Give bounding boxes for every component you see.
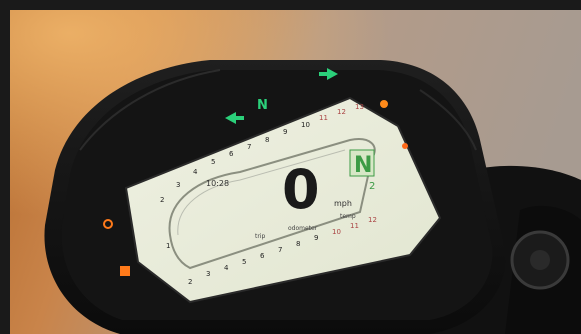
top-scale-number: 10 (301, 121, 310, 129)
fuel-warning-icon (120, 266, 130, 276)
top-scale-number: 2 (160, 196, 164, 204)
bottom-scale-number: 4 (224, 264, 229, 272)
top-scale-number: 8 (265, 136, 269, 144)
time-readout: 10:28 (206, 179, 229, 188)
bottom-scale-number: 11 (350, 222, 359, 230)
bottom-scale-number: 1 (166, 242, 170, 250)
warning-orange-icon (402, 143, 408, 149)
temp-label: temp (340, 213, 356, 220)
bottom-scale-number: 7 (278, 246, 282, 254)
top-scale-number: 11 (319, 114, 328, 122)
gear-indicator-small: 2 (369, 181, 375, 192)
gear-indicator: N (354, 153, 372, 178)
dashboard-photo: 0 mph 10:28 N 2 2 3 4 5 6 7 8 9 10 11 12… (0, 0, 581, 334)
odometer-label: odometer (288, 225, 318, 232)
neutral-icon: N (257, 98, 268, 113)
top-scale-number: 7 (247, 143, 251, 151)
top-scale-number: 3 (176, 181, 180, 189)
top-scale-number: 5 (211, 158, 215, 166)
trip-label: trip (255, 233, 265, 240)
bottom-scale-number: 12 (368, 216, 377, 224)
top-scale-number: 13 (355, 103, 364, 111)
bottom-scale-number: 10 (332, 228, 341, 236)
scene: 0 mph 10:28 N 2 2 3 4 5 6 7 8 9 10 11 12… (0, 0, 581, 334)
bottom-scale-number: 3 (206, 270, 210, 278)
top-scale-number: 6 (229, 150, 234, 158)
top-scale-number: 9 (283, 128, 287, 136)
top-scale-number: 12 (337, 108, 346, 116)
bottom-scale-number: 9 (314, 234, 318, 242)
bottom-scale-number: 5 (242, 258, 246, 266)
top-scale-number: 4 (193, 168, 198, 176)
bottom-scale-number: 2 (188, 278, 192, 286)
warning-amber-icon (380, 100, 388, 108)
speed-unit-label: mph (334, 199, 352, 208)
bottom-scale-number: 8 (296, 240, 300, 248)
bottom-scale-number: 6 (260, 252, 265, 260)
speed-readout: 0 (282, 158, 320, 221)
